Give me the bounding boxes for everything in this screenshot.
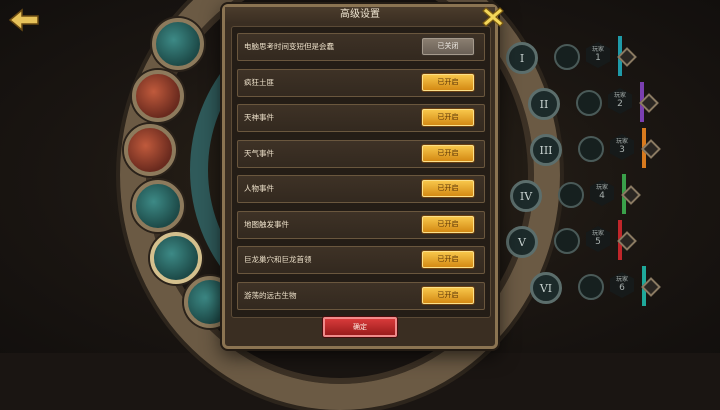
setting-toggle[interactable]: 已开启 — [422, 286, 474, 304]
slot-avatar[interactable] — [576, 90, 602, 116]
setting-row: 地图触发事件 已开启 — [237, 210, 485, 239]
player-slot-number: 3 — [619, 145, 625, 155]
setting-toggle[interactable]: 已关闭 — [422, 38, 474, 55]
setting-row: 天神事件 已开启 — [237, 104, 485, 132]
slot-number-button[interactable]: III — [530, 134, 562, 166]
back-button[interactable] — [8, 8, 40, 32]
setting-toggle[interactable]: 已开启 — [422, 180, 474, 197]
faction-button-3[interactable] — [124, 124, 176, 176]
setting-label: 游荡的远古生物 — [244, 290, 297, 300]
slot-avatar[interactable] — [554, 44, 580, 70]
faction-button-1[interactable] — [152, 18, 204, 70]
dialog-title: 高级设置 — [225, 7, 495, 23]
setting-label: 人物事件 — [244, 184, 274, 193]
slot-avatar[interactable] — [554, 228, 580, 254]
slot-number-button[interactable]: V — [506, 226, 538, 258]
setting-label: 疯狂土匪 — [244, 77, 274, 87]
setting-toggle[interactable]: 已开启 — [422, 109, 474, 126]
player-slot-number: 1 — [595, 53, 601, 63]
confirm-button[interactable]: 确定 — [323, 317, 397, 337]
setting-toggle[interactable]: 已开启 — [422, 251, 474, 268]
slot-avatar[interactable] — [558, 182, 584, 208]
setting-toggle[interactable]: 已开启 — [422, 215, 474, 233]
setting-label: 地图触发事件 — [244, 219, 289, 229]
slot-number-button[interactable]: IV — [510, 180, 542, 212]
close-button[interactable] — [482, 6, 504, 28]
setting-row: 电脑思考时间变短但是会蠢 已关闭 — [237, 33, 485, 61]
setting-label: 天气事件 — [244, 148, 274, 158]
setting-toggle[interactable]: 已开启 — [422, 144, 474, 162]
setting-row: 游荡的远古生物 已开启 — [237, 281, 485, 310]
slot-number-button[interactable]: I — [506, 42, 538, 74]
setting-label: 天神事件 — [244, 113, 274, 122]
setting-row: 巨龙巢穴和巨龙首领 已开启 — [237, 246, 485, 274]
back-arrow-icon — [8, 8, 39, 32]
advanced-settings-dialog: 高级设置 电脑思考时间变短但是会蠢 已关闭 疯狂土匪 已开启 天神事件 已开启 天气事件 已开… — [222, 4, 498, 349]
player-slot-number: 5 — [595, 237, 601, 247]
settings-list: 电脑思考时间变短但是会蠢 已关闭 疯狂土匪 已开启 天神事件 已开启 天气事件 已开启 人物事件… — [231, 26, 491, 318]
setting-toggle[interactable]: 已开启 — [422, 73, 474, 91]
faction-button-2[interactable] — [132, 70, 184, 122]
slot-number-button[interactable]: II — [528, 88, 560, 120]
setting-row: 天气事件 已开启 — [237, 139, 485, 168]
slot-avatar[interactable] — [578, 136, 604, 162]
setting-row: 疯狂土匪 已开启 — [237, 68, 485, 97]
slot-avatar[interactable] — [578, 274, 604, 300]
setting-label: 巨龙巢穴和巨龙首领 — [244, 255, 312, 264]
player-slot-number: 6 — [619, 283, 625, 293]
setting-row: 人物事件 已开启 — [237, 175, 485, 203]
faction-button-5[interactable] — [150, 232, 202, 284]
close-x-icon — [482, 7, 504, 27]
player-slot-number: 4 — [599, 191, 605, 201]
slot-number-button[interactable]: VI — [530, 272, 562, 304]
setting-label: 电脑思考时间变短但是会蠢 — [244, 42, 334, 51]
player-slot-number: 2 — [617, 99, 623, 109]
faction-button-4[interactable] — [132, 180, 184, 232]
